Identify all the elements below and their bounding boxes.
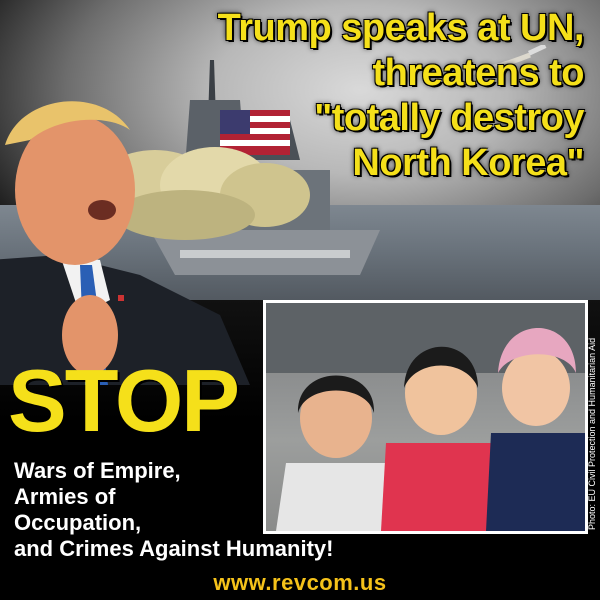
headline-line-2: threatens to: [372, 52, 585, 94]
slogan-line-2: Armies of: [14, 484, 116, 509]
slogan-line-4: and Crimes Against Humanity!: [14, 536, 334, 561]
slogan-line-3: Occupation,: [14, 510, 142, 535]
headline-line-4: North Korea": [352, 142, 584, 184]
website-link[interactable]: www.revcom.us: [0, 570, 600, 596]
headline: Trump speaks at UN, threatens to "totall…: [84, 6, 585, 186]
photo-credit: Photo: EU Civil Protection and Humanitar…: [587, 337, 597, 530]
poster: Trump speaks at UN, threatens to "totall…: [0, 0, 600, 600]
slogan-line-1: Wars of Empire,: [14, 458, 181, 483]
slogan: Wars of Empire, Armies of Occupation, an…: [14, 458, 333, 562]
headline-line-1: Trump speaks at UN,: [217, 7, 585, 49]
stop-heading: STOP: [8, 351, 240, 450]
headline-line-3: "totally destroy: [314, 97, 584, 139]
